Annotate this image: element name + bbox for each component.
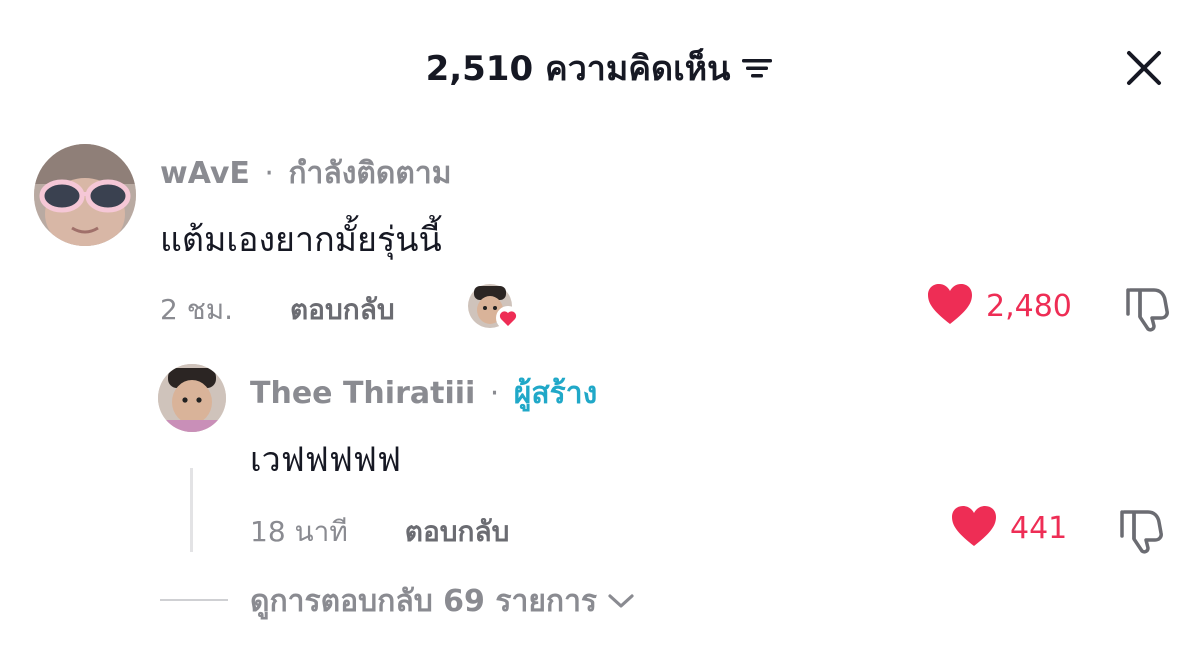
reply-username-row: Thee Thiratiii · ผู้สร้าง	[250, 370, 597, 417]
comment-username[interactable]: wAvE	[160, 156, 250, 191]
close-icon[interactable]	[1124, 48, 1164, 88]
creator-liked-icon	[468, 284, 520, 330]
reply-like-group[interactable]: 441	[950, 504, 1067, 552]
comment-text: แต้มเองยากมั้ยรุ่นนี้	[160, 220, 442, 260]
reply-avatar[interactable]	[158, 364, 226, 432]
thread-line	[190, 468, 193, 552]
reply-text: เวฟฟฟฟฟ	[250, 440, 402, 480]
comment-time: 2 ชม.	[160, 293, 234, 326]
reply-meta: 18 นาที ตอบกลับ	[250, 510, 509, 554]
avatar[interactable]	[34, 144, 136, 246]
sort-icon[interactable]	[740, 53, 774, 83]
separator-dot: ·	[264, 156, 274, 191]
separator-dot: ·	[489, 376, 500, 411]
heart-icon[interactable]	[950, 504, 998, 552]
like-count: 2,480	[986, 288, 1072, 324]
chevron-down-icon	[607, 584, 635, 619]
reply-button[interactable]: ตอบกลับ	[290, 293, 395, 326]
comment-username-row: wAvE · กำลังติดตาม	[160, 150, 452, 197]
view-more-replies-button[interactable]: ดูการตอบกลับ 69 รายการ	[250, 578, 635, 625]
like-group[interactable]: 2,480	[926, 282, 1072, 330]
dislike-icon[interactable]	[1124, 284, 1172, 332]
comment-meta: 2 ชม. ตอบกลับ	[160, 288, 395, 332]
reply-time: 18 นาที	[250, 515, 348, 548]
heart-icon[interactable]	[926, 282, 974, 330]
creator-badge: ผู้สร้าง	[513, 376, 598, 411]
divider	[160, 599, 228, 601]
reply-button[interactable]: ตอบกลับ	[405, 515, 510, 548]
reply-like-count: 441	[1010, 510, 1068, 546]
comments-header: 2,510 ความคิดเห็น	[0, 40, 1200, 96]
dislike-icon[interactable]	[1118, 506, 1166, 554]
view-more-label: ดูการตอบกลับ 69 รายการ	[250, 584, 598, 619]
comment-count-title: 2,510 ความคิดเห็น	[425, 49, 731, 89]
following-label: กำลังติดตาม	[288, 156, 452, 191]
reply-username[interactable]: Thee Thiratiii	[250, 376, 475, 411]
